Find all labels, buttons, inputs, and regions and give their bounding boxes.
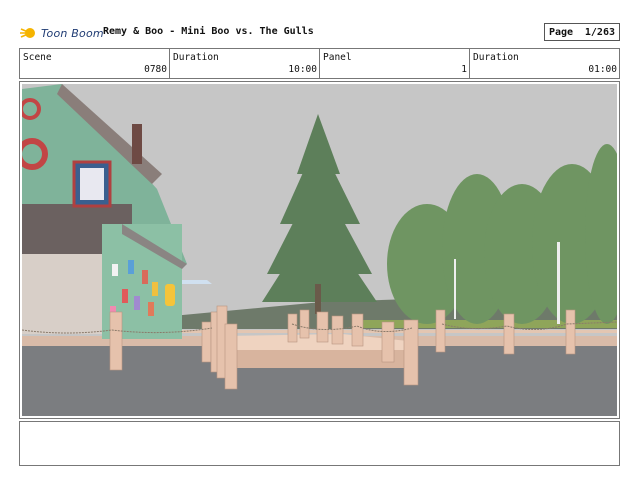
info-row: Scene 0780 Duration 10:00 Panel 1 Durati… (19, 48, 620, 79)
page-label: Page (549, 26, 574, 38)
duration-label: Duration (173, 52, 219, 63)
page-counter: Page 1/263 (544, 23, 620, 41)
header: Toon Boom Remy & Boo - Mini Boo vs. The … (20, 22, 620, 44)
panel-image (22, 84, 617, 416)
document-title: Remy & Boo - Mini Boo vs. The Gulls (103, 26, 314, 37)
toon-boom-logo: Toon Boom (20, 22, 104, 44)
toon-boom-logo-icon (20, 28, 35, 38)
panel-label: Panel (323, 52, 352, 63)
duration-value: 10:00 (288, 64, 317, 75)
page-value: 1/263 (584, 26, 615, 38)
scene-duration-cell: Duration 10:00 (170, 49, 320, 78)
panel-duration-label: Duration (473, 52, 519, 63)
panel-duration-cell: Duration 01:00 (470, 49, 619, 78)
light-pole (454, 259, 456, 319)
storyboard-panel (19, 81, 620, 419)
scene-cell: Scene 0780 (20, 49, 170, 78)
panel-value: 1 (461, 64, 467, 75)
logo-text: Toon Boom (41, 26, 104, 40)
panel-cell: Panel 1 (320, 49, 470, 78)
panel-duration-value: 01:00 (588, 64, 617, 75)
scene-label: Scene (23, 52, 52, 63)
light-pole (557, 242, 560, 324)
notes-area (19, 421, 620, 466)
scene-value: 0780 (144, 64, 167, 75)
